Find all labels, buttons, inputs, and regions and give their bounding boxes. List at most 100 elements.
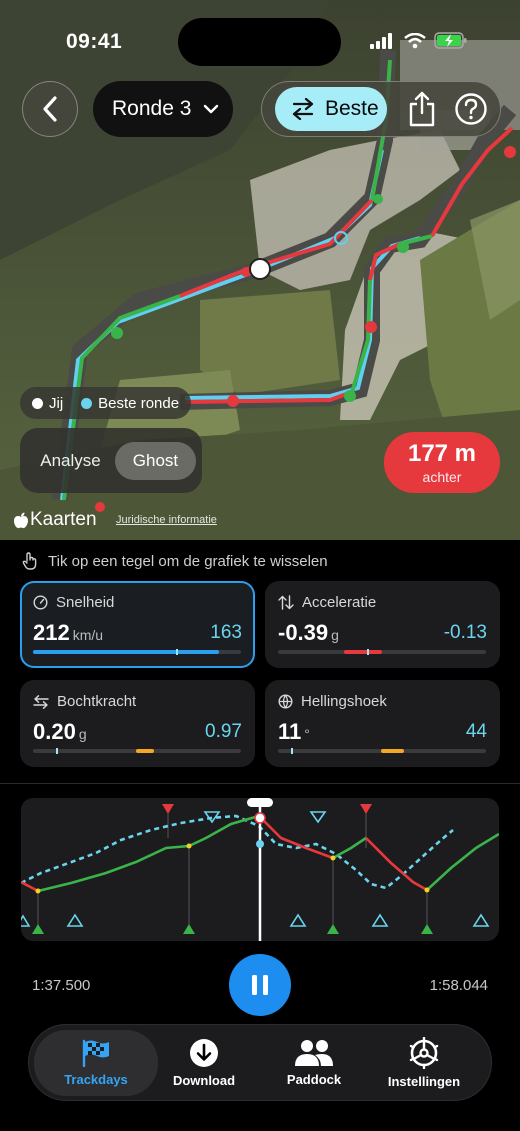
chevron-left-icon (43, 96, 57, 122)
your-trace-segment-slow (258, 815, 334, 860)
pause-button[interactable] (229, 954, 291, 1016)
maps-brand-label: Kaarten (30, 509, 97, 530)
mode-analyse[interactable]: Analyse (26, 442, 115, 480)
tile-speed-ref: 163 (210, 622, 242, 643)
tile-speed-bar (33, 649, 241, 655)
tile-lean-angle-bar-marker (291, 748, 293, 754)
tab-bar: Trackdays Download Paddock Instellingen (28, 1024, 492, 1101)
tile-cornering-bar (33, 748, 241, 754)
steering-wheel-icon (409, 1037, 439, 1069)
mode-ghost[interactable]: Ghost (114, 441, 196, 480)
best-lap-toggle[interactable]: Beste (275, 87, 387, 131)
tile-lean-angle-unit: ° (304, 726, 310, 742)
tile-hint-text: Tik op een tegel om de grafiek te wissel… (48, 552, 328, 570)
download-icon (190, 1039, 218, 1067)
tile-lean-angle-bar-fill (381, 749, 404, 753)
tile-hint: Tik op een tegel om de grafiek te wissel… (22, 552, 328, 570)
up-down-arrows-icon (278, 595, 294, 610)
your-trace-segment-slow (21, 880, 39, 893)
track-map[interactable]: 09:41 Ronde 3 Beste Jij Beste ronde Anal… (0, 0, 520, 540)
lap-selector-label: Ronde 3 (112, 97, 192, 120)
transition-dot (330, 855, 336, 861)
share-button[interactable] (404, 90, 440, 128)
tab-instellingen[interactable]: Instellingen (378, 1030, 470, 1096)
throttle-marker-icon (32, 924, 44, 934)
tile-speed-bar-fill (33, 650, 219, 654)
tile-speed-bar-marker (176, 649, 178, 655)
tile-acceleration-label: Acceleratie (302, 594, 377, 611)
back-button[interactable] (22, 81, 78, 137)
maps-legal-link[interactable]: Juridische informatie (116, 514, 217, 526)
legend-best: Beste ronde (98, 394, 180, 412)
question-mark-icon (455, 93, 487, 125)
your-trace-segment-fast (332, 836, 367, 860)
chevron-down-icon (204, 104, 219, 114)
playhead-ghost-point (256, 840, 264, 848)
tab-download[interactable]: Download (160, 1030, 248, 1096)
tile-cornering-unit: g (78, 726, 87, 742)
tab-paddock[interactable]: Paddock (268, 1030, 360, 1096)
tile-acceleration[interactable]: Acceleratie -0.39 g -0.13 (265, 581, 500, 668)
transition-dot (424, 887, 430, 893)
throttle-marker-icon (327, 924, 339, 934)
lap-trace-chart[interactable] (21, 798, 499, 941)
left-right-arrows-icon (33, 694, 49, 709)
tab-trackdays[interactable]: Trackdays (34, 1030, 158, 1096)
best-lap-dot-icon (81, 397, 93, 409)
tile-cornering-bar-fill (136, 749, 154, 753)
map-legend: Jij Beste ronde (20, 387, 192, 419)
lap-selector[interactable]: Ronde 3 (93, 81, 233, 137)
playhead-handle (247, 798, 273, 807)
tap-hand-icon (22, 552, 37, 570)
tab-instellingen-label: Instellingen (387, 1074, 461, 1089)
cellular-signal-icon (370, 32, 392, 49)
ghost-throttle-marker-icon (472, 913, 490, 927)
tile-speed-value: 212 (33, 620, 70, 645)
dynamic-island (178, 18, 341, 66)
tile-speed[interactable]: Snelheid 212 km/u 163 (20, 581, 255, 668)
tab-trackdays-label: Trackdays (64, 1072, 128, 1087)
status-icons (370, 32, 468, 49)
throttle-marker-icon (421, 924, 433, 934)
tile-speed-label: Snelheid (56, 594, 115, 611)
swap-arrows-icon (292, 98, 314, 120)
brake-marker-icon (360, 804, 372, 814)
gap-value: 177 m (407, 440, 477, 467)
tile-lean-angle-value: 11 (278, 719, 302, 744)
tile-acceleration-ref: -0.13 (443, 622, 487, 643)
tab-download-label: Download (172, 1073, 236, 1088)
checkered-flag-icon (82, 1039, 109, 1067)
playhead-your-point (254, 812, 266, 824)
help-button[interactable] (454, 92, 488, 126)
home-indicator (185, 1117, 335, 1122)
lap-trace-plot (21, 798, 499, 941)
mode-toggle: Analyse Ghost (20, 428, 202, 493)
pause-icon (252, 975, 268, 995)
ghost-throttle-marker-icon (289, 913, 307, 927)
your-trace-segment-slow (365, 837, 428, 892)
status-bar: 09:41 (0, 0, 520, 80)
your-trace-segment-fast (37, 844, 190, 893)
gap-label: achter (422, 469, 462, 485)
ghost-trace-line (21, 814, 454, 890)
best-lap-label: Beste (325, 97, 379, 120)
tile-lean-angle-ref: 44 (465, 721, 487, 742)
tile-acceleration-unit: g (331, 627, 339, 643)
transition-dot (35, 888, 41, 894)
tile-cornering-ref: 0.97 (205, 721, 242, 742)
maps-brand: Kaarten (14, 509, 97, 531)
tile-lean-angle[interactable]: Hellingshoek 11 ° 44 (265, 680, 500, 767)
section-divider (0, 783, 520, 784)
ghost-throttle-marker-icon (371, 913, 389, 927)
tile-cornering-bar-marker (56, 748, 58, 754)
tile-cornering[interactable]: Bochtkracht 0.20 g 0.97 (20, 680, 255, 767)
battery-charging-icon (434, 32, 467, 49)
tile-acceleration-bar-marker (367, 649, 369, 655)
playback-end-time: 1:58.044 (429, 977, 488, 994)
gap-badge: 177 m achter (384, 432, 500, 493)
tile-cornering-value: 0.20 (33, 719, 76, 744)
playback-start-time: 1:37.500 (32, 977, 91, 994)
people-icon (295, 1040, 333, 1066)
status-time: 09:41 (66, 30, 123, 53)
globe-icon (278, 694, 293, 709)
